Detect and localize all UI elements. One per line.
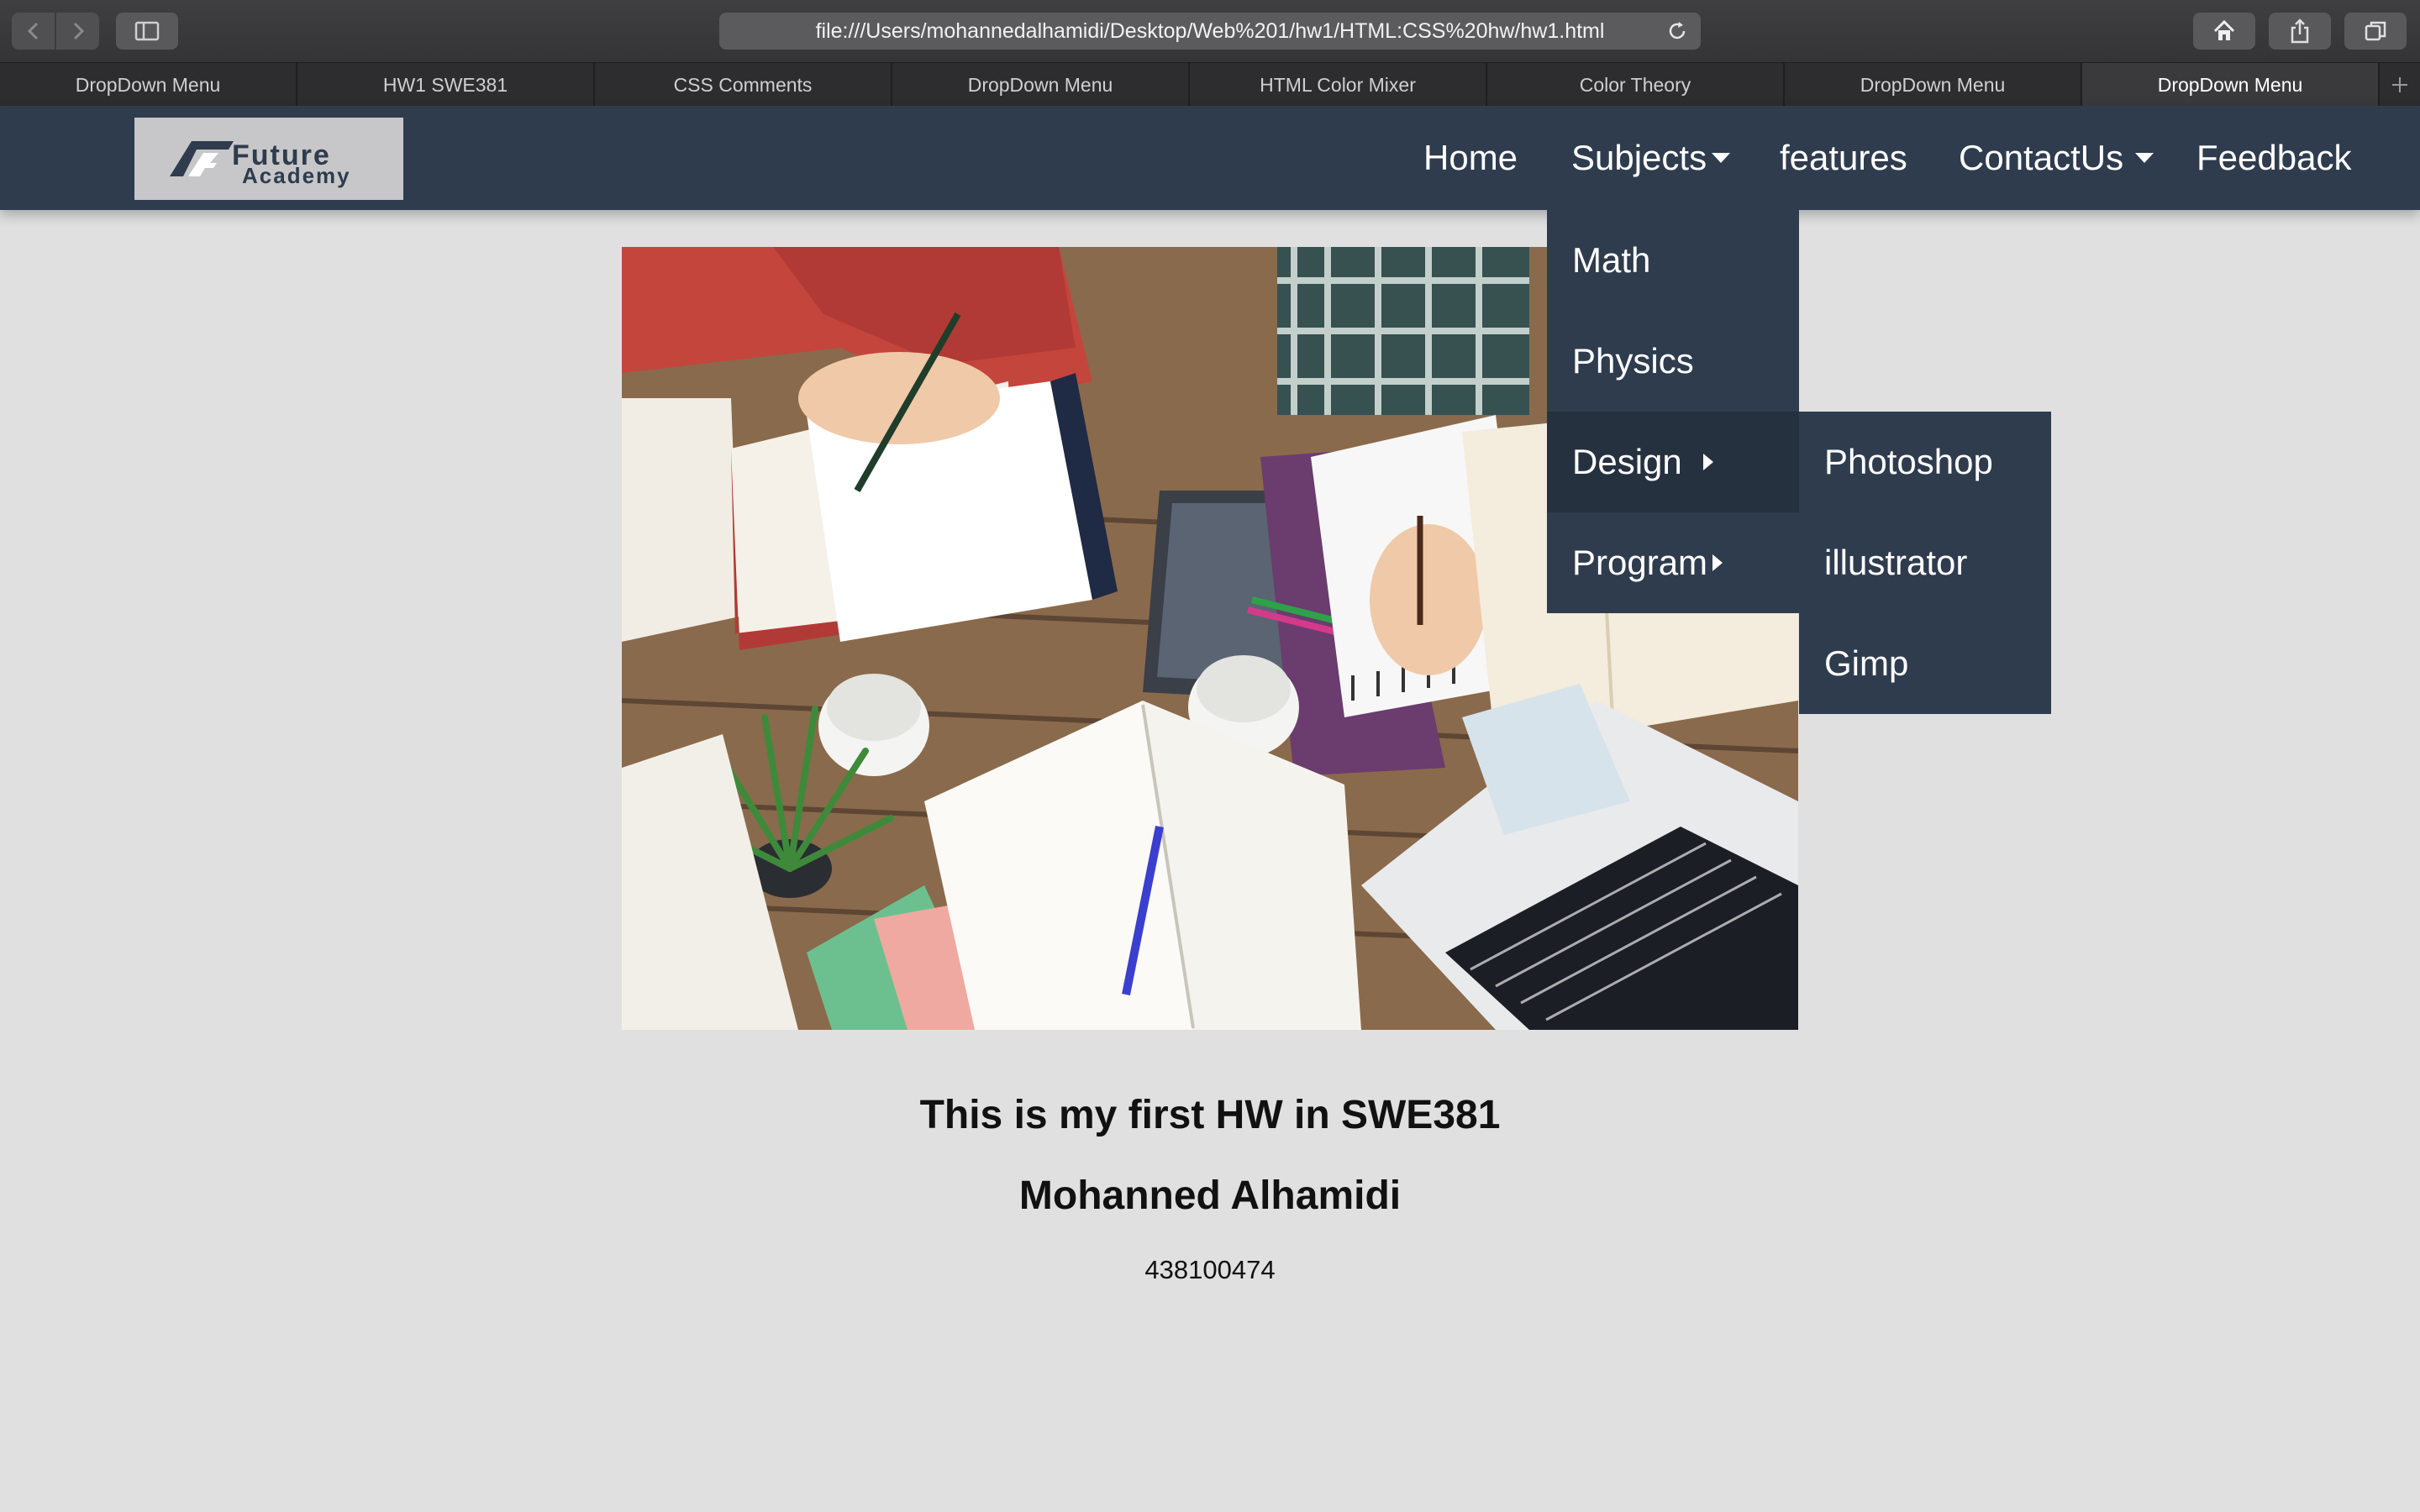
new-tab-button[interactable] bbox=[2380, 63, 2420, 106]
browser-toolbar: file:///Users/mohannedalhamidi/Desktop/W… bbox=[0, 0, 2420, 62]
tabs-overview-button[interactable] bbox=[2344, 13, 2407, 50]
dropdown-item-physics[interactable]: Physics bbox=[1547, 311, 1799, 412]
browser-tab[interactable]: DropDown Menu bbox=[0, 63, 297, 107]
new-tab-icon bbox=[2392, 76, 2407, 92]
forward-icon bbox=[73, 22, 84, 40]
browser-tab[interactable]: DropDown Menu bbox=[892, 63, 1190, 107]
dropdown-item-program[interactable]: Program bbox=[1547, 512, 1799, 613]
design-submenu: Photoshop illustrator Gimp bbox=[1799, 412, 2051, 714]
site-logo[interactable]: Future Academy bbox=[134, 118, 403, 200]
nav-contact[interactable]: ContactUs bbox=[1959, 106, 2154, 210]
browser-tab[interactable]: HTML Color Mixer bbox=[1190, 63, 1487, 107]
share-button[interactable] bbox=[2269, 13, 2331, 50]
logo-mark-icon bbox=[170, 141, 234, 176]
address-bar[interactable]: file:///Users/mohannedalhamidi/Desktop/W… bbox=[719, 13, 1701, 50]
submenu-item-illustrator[interactable]: illustrator bbox=[1799, 512, 2051, 613]
sidebar-icon bbox=[134, 21, 160, 41]
tabs-overview-icon bbox=[2365, 21, 2386, 41]
url-text[interactable]: file:///Users/mohannedalhamidi/Desktop/W… bbox=[719, 13, 1701, 50]
submenu-item-gimp[interactable]: Gimp bbox=[1799, 613, 2051, 714]
dropdown-item-program-label: Program bbox=[1572, 543, 1708, 582]
nav-subjects[interactable]: Subjects bbox=[1571, 106, 1731, 210]
browser-tab[interactable]: CSS Comments bbox=[595, 63, 892, 107]
caret-right-icon bbox=[1712, 554, 1723, 571]
browser-tab-active[interactable]: DropDown Menu bbox=[2082, 63, 2380, 107]
tab-bar: DropDown Menu HW1 SWE381 CSS Comments Dr… bbox=[0, 62, 2420, 107]
browser-tab[interactable]: Color Theory bbox=[1487, 63, 1785, 107]
dropdown-item-design-label: Design bbox=[1572, 442, 1682, 481]
author-name: Mohanned Alhamidi bbox=[1018, 1173, 1402, 1218]
nav-contact-label: ContactUs bbox=[1959, 138, 2124, 177]
home-icon bbox=[2213, 19, 2235, 40]
nav-home[interactable]: Home bbox=[1423, 106, 1518, 210]
home-button[interactable] bbox=[2193, 13, 2255, 50]
back-button[interactable] bbox=[12, 13, 55, 50]
dropdown-item-design[interactable]: Design bbox=[1547, 412, 1799, 512]
browser-tab[interactable]: HW1 SWE381 bbox=[297, 63, 595, 107]
nav-subjects-label: Subjects bbox=[1571, 138, 1707, 177]
browser-tab[interactable]: DropDown Menu bbox=[1785, 63, 2082, 107]
caret-down-icon bbox=[1712, 152, 1731, 163]
caret-down-icon bbox=[2135, 152, 2154, 163]
share-icon bbox=[2291, 18, 2309, 44]
nav-features[interactable]: features bbox=[1780, 106, 1907, 210]
submenu-item-photoshop[interactable]: Photoshop bbox=[1799, 412, 2051, 512]
history-buttons bbox=[12, 13, 99, 50]
forward-button[interactable] bbox=[55, 13, 99, 50]
subjects-dropdown: Math Physics Design Program bbox=[1547, 210, 1799, 613]
back-icon bbox=[27, 22, 38, 40]
sidebar-button[interactable] bbox=[116, 13, 178, 50]
nav-feedback[interactable]: Feedback bbox=[2196, 106, 2351, 210]
page-heading: This is my first HW in SWE381 bbox=[919, 1093, 1501, 1137]
dropdown-item-math[interactable]: Math bbox=[1547, 210, 1799, 311]
caret-right-icon bbox=[1703, 453, 1714, 470]
student-id: 438100474 bbox=[1144, 1255, 1276, 1284]
reload-icon[interactable] bbox=[1665, 19, 1689, 43]
logo-text-academy: Academy bbox=[242, 163, 351, 188]
